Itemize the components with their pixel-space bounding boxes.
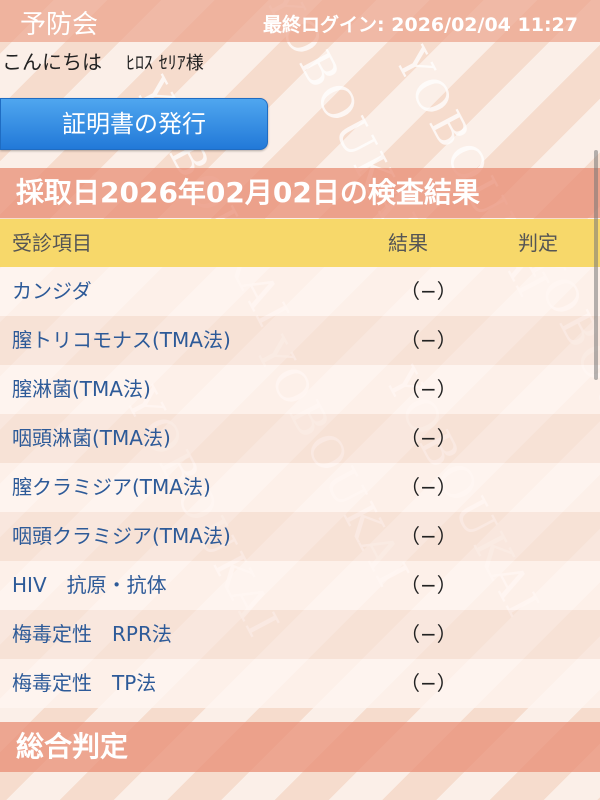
column-header-judgment: 判定 (518, 231, 558, 255)
test-item: 梅毒定性 RPR法 (12, 622, 172, 646)
header-bar: 予防会 最終ログイン: 2026/02/04 11:27 (0, 0, 600, 42)
test-item: カンジダ (12, 279, 92, 303)
test-result: （−） (400, 328, 457, 352)
test-result: （−） (400, 622, 457, 646)
test-result: （−） (400, 671, 457, 695)
results-table: カンジダ （−） 膣トリコモナス(TMA法) （−） 膣淋菌(TMA法) （−）… (0, 267, 600, 708)
user-name: ﾋﾛｽ ｾﾘｱ様 (126, 53, 204, 74)
test-item: 梅毒定性 TP法 (12, 671, 157, 695)
table-row: 膣トリコモナス(TMA法) （−） (0, 316, 600, 365)
test-result: （−） (400, 475, 457, 499)
test-result: （−） (400, 377, 457, 401)
issue-certificate-button[interactable]: 証明書の発行 (0, 98, 268, 150)
test-item: 膣淋菌(TMA法) (12, 377, 151, 401)
test-result: （−） (400, 524, 457, 548)
test-item: 膣トリコモナス(TMA法) (12, 328, 231, 352)
test-item: 膣クラミジア(TMA法) (12, 475, 211, 499)
app-title: 予防会 (20, 10, 99, 40)
table-row: 梅毒定性 RPR法 （−） (0, 610, 600, 659)
overall-judgment-title: 総合判定 (0, 722, 600, 772)
scrollbar[interactable] (594, 150, 598, 380)
greeting-text: こんにちは (2, 50, 102, 74)
test-result: （−） (400, 573, 457, 597)
table-row: 膣淋菌(TMA法) （−） (0, 365, 600, 414)
test-item: HIV 抗原・抗体 (12, 573, 167, 597)
table-row: 咽頭淋菌(TMA法) （−） (0, 414, 600, 463)
last-login: 最終ログイン: 2026/02/04 11:27 (263, 14, 578, 36)
test-result: （−） (400, 426, 457, 450)
table-row: 梅毒定性 TP法 （−） (0, 659, 600, 708)
page: 予防会 最終ログイン: 2026/02/04 11:27 こんにちは ﾋﾛｽ ｾﾘ… (0, 0, 600, 800)
test-result: （−） (400, 279, 457, 303)
results-section-title: 採取日2026年02月02日の検査結果 (0, 168, 600, 218)
table-row: 膣クラミジア(TMA法) （−） (0, 463, 600, 512)
table-header: 受診項目 結果 判定 (0, 219, 600, 267)
table-row: 咽頭クラミジア(TMA法) （−） (0, 512, 600, 561)
test-item: 咽頭クラミジア(TMA法) (12, 524, 231, 548)
test-item: 咽頭淋菌(TMA法) (12, 426, 171, 450)
greeting: こんにちは ﾋﾛｽ ｾﾘｱ様 (2, 46, 204, 75)
table-row: HIV 抗原・抗体 （−） (0, 561, 600, 610)
column-header-result: 結果 (388, 231, 428, 255)
column-header-item: 受診項目 (12, 231, 92, 255)
table-row: カンジダ （−） (0, 267, 600, 316)
